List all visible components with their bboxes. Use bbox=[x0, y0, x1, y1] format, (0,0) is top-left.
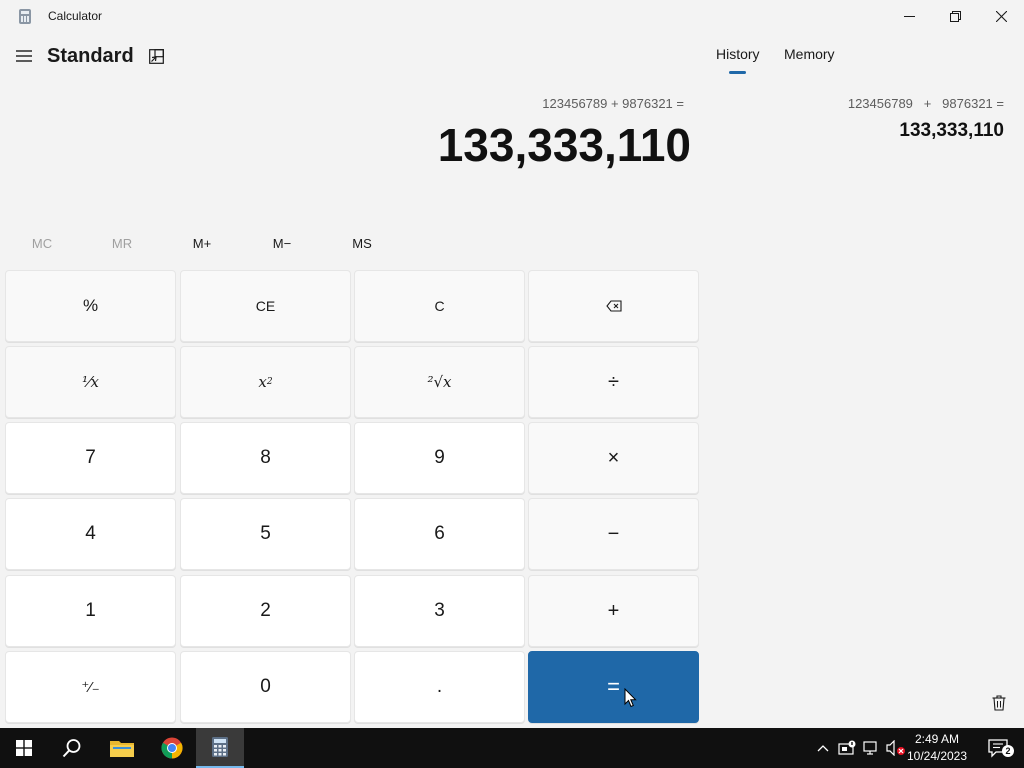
clock-time: 2:49 AM bbox=[914, 732, 960, 746]
square-exponent-label: 2 bbox=[266, 377, 273, 387]
start-button[interactable] bbox=[0, 728, 48, 768]
display-tray-button[interactable] bbox=[860, 728, 882, 768]
clear-entry-button[interactable]: CE bbox=[180, 270, 351, 342]
minimize-button[interactable] bbox=[886, 0, 932, 32]
negate-button[interactable]: ⁺⁄₋ bbox=[5, 651, 176, 723]
digit-6-button[interactable]: 6 bbox=[354, 498, 525, 570]
clock-date: 10/24/2023 bbox=[906, 749, 968, 763]
expression-display: 123456789 + 9876321 = bbox=[542, 96, 684, 111]
file-explorer-button[interactable] bbox=[98, 728, 146, 768]
network-icon bbox=[838, 740, 856, 755]
tab-history[interactable]: History bbox=[716, 46, 760, 62]
active-tab-indicator bbox=[729, 71, 746, 74]
digit-4-button[interactable]: 4 bbox=[5, 498, 176, 570]
restore-button[interactable] bbox=[932, 0, 978, 32]
title-bar: Calculator bbox=[0, 0, 1024, 32]
file-explorer-icon bbox=[110, 741, 134, 757]
decimal-button[interactable]: . bbox=[354, 651, 525, 723]
reciprocal-button[interactable]: ¹⁄x bbox=[5, 346, 176, 418]
trash-icon bbox=[992, 695, 1006, 711]
add-button[interactable]: + bbox=[528, 575, 699, 647]
keep-on-top-button[interactable] bbox=[144, 44, 168, 68]
clear-button[interactable]: C bbox=[354, 270, 525, 342]
mouse-cursor-icon bbox=[624, 688, 637, 708]
close-icon bbox=[995, 10, 1007, 22]
digit-2-button[interactable]: 2 bbox=[180, 575, 351, 647]
close-button[interactable] bbox=[978, 0, 1024, 32]
digit-9-button[interactable]: 9 bbox=[354, 422, 525, 494]
digit-8-button[interactable]: 8 bbox=[180, 422, 351, 494]
memory-add-button[interactable]: M+ bbox=[172, 233, 232, 255]
square-base-label: x bbox=[258, 373, 267, 391]
history-result: 133,333,110 bbox=[899, 120, 1004, 141]
multiply-button[interactable]: × bbox=[528, 422, 699, 494]
backspace-button[interactable] bbox=[528, 270, 699, 342]
digit-7-button[interactable]: 7 bbox=[5, 422, 176, 494]
memory-store-button[interactable]: MS bbox=[332, 233, 392, 255]
digit-5-button[interactable]: 5 bbox=[180, 498, 351, 570]
calculator-icon bbox=[212, 737, 228, 757]
chevron-up-icon bbox=[817, 745, 829, 752]
network-status-button[interactable] bbox=[836, 728, 858, 768]
hamburger-icon bbox=[16, 50, 32, 62]
navigation-menu-button[interactable] bbox=[12, 44, 36, 68]
display-icon bbox=[863, 741, 877, 755]
show-hidden-icons-button[interactable] bbox=[812, 728, 834, 768]
chrome-button[interactable] bbox=[148, 728, 196, 768]
digit-0-button[interactable]: 0 bbox=[180, 651, 351, 723]
search-button[interactable] bbox=[48, 728, 96, 768]
start-icon bbox=[16, 740, 32, 756]
memory-subtract-button[interactable]: M− bbox=[252, 233, 312, 255]
backspace-icon bbox=[605, 300, 622, 312]
square-root-button[interactable]: ²√x bbox=[354, 346, 525, 418]
digit-3-button[interactable]: 3 bbox=[354, 575, 525, 647]
window-title: Calculator bbox=[48, 9, 103, 23]
calculator-icon bbox=[19, 9, 31, 24]
subtract-button[interactable]: − bbox=[528, 498, 699, 570]
chrome-icon bbox=[161, 737, 183, 759]
result-display: 133,333,110 bbox=[437, 119, 691, 171]
tab-memory[interactable]: Memory bbox=[784, 46, 835, 62]
digit-1-button[interactable]: 1 bbox=[5, 575, 176, 647]
search-icon bbox=[62, 739, 81, 758]
minimize-icon bbox=[903, 15, 915, 17]
memory-clear-button[interactable]: MC bbox=[12, 233, 72, 255]
taskbar: 2:49 AM 10/24/2023 2 bbox=[0, 728, 1024, 768]
memory-recall-button[interactable]: MR bbox=[92, 233, 152, 255]
divide-button[interactable]: ÷ bbox=[528, 346, 699, 418]
notification-count-badge: 2 bbox=[1002, 745, 1014, 757]
calculator-taskbar-button[interactable] bbox=[196, 728, 244, 768]
mode-title: Standard bbox=[47, 45, 134, 67]
square-button[interactable]: x2 bbox=[180, 346, 351, 418]
percent-button[interactable]: % bbox=[5, 270, 176, 342]
taskbar-clock[interactable]: 2:49 AM 10/24/2023 bbox=[902, 731, 972, 765]
clear-history-button[interactable] bbox=[989, 693, 1009, 713]
keep-on-top-icon bbox=[148, 48, 164, 64]
equals-button[interactable]: = bbox=[528, 651, 699, 723]
history-expression: 123456789 + 9876321 = bbox=[847, 96, 1004, 111]
restore-icon bbox=[949, 10, 961, 22]
